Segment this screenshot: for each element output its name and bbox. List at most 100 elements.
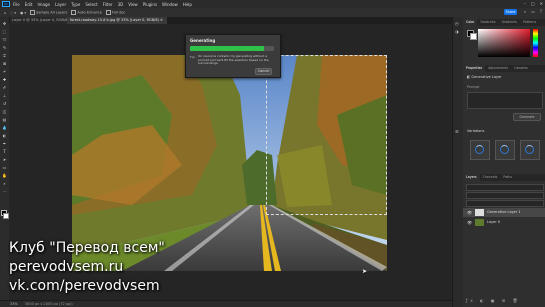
progress-fill <box>190 46 264 51</box>
photoshop-window: Ps File Edit Image Layer Type Select Fil… <box>0 0 545 307</box>
frame-tool-icon[interactable]: ⊠ <box>2 61 7 66</box>
options-right-icons: ⌕ ▭ ? <box>524 9 542 14</box>
gradient-tool-icon[interactable]: ▤ <box>2 117 7 122</box>
watermark-line-1: Клуб "Перевод всем" <box>9 240 165 256</box>
eyedropper-tool-icon[interactable]: ⌿ <box>2 69 7 74</box>
loading-spinner-icon <box>475 145 484 154</box>
history-brush-icon[interactable]: ↺ <box>2 101 7 106</box>
document-info: 3000 px x 2000 px (72 ppi) <box>24 302 73 306</box>
menu-image[interactable]: Image <box>37 2 50 7</box>
color-field[interactable] <box>478 29 530 57</box>
generate-button[interactable]: Generate <box>513 113 541 121</box>
tab-adjustments[interactable]: Adjustments <box>485 65 511 72</box>
variation-1[interactable] <box>470 140 490 160</box>
panel-background-swatch[interactable] <box>470 33 477 40</box>
lasso-tool-icon[interactable]: ➰ <box>2 37 7 42</box>
pen-tool-icon[interactable]: ✒ <box>2 141 7 146</box>
hue-slider[interactable] <box>533 29 538 57</box>
path-select-icon[interactable]: ➤ <box>2 157 7 162</box>
full-doc-option[interactable]: Full doc <box>105 10 125 15</box>
move-tool-icon[interactable]: ✥ <box>2 21 7 26</box>
menu-edit[interactable]: Edit <box>25 2 33 7</box>
menu-layer[interactable]: Layer <box>55 2 66 7</box>
layers-footer-icons[interactable]: ƒx ◐ ▣ ⊞ 🗑 <box>466 298 521 303</box>
variation-2[interactable] <box>495 140 515 160</box>
tab-libraries[interactable]: Libraries <box>511 65 531 72</box>
layer-row-generative[interactable]: 👁 Generative Layer 1 <box>463 208 545 217</box>
checkbox-icon <box>30 10 36 15</box>
zoom-tool-icon[interactable]: ⌕ <box>2 181 7 186</box>
workspace-icon[interactable]: ▭ <box>531 9 535 14</box>
layer-name: Layer 0 <box>487 220 501 224</box>
share-button[interactable]: Share <box>504 9 517 15</box>
lock-fill-row[interactable] <box>466 200 544 207</box>
brush-size-icon[interactable]: ● ▾ <box>20 11 26 15</box>
tab-channels[interactable]: Channels <box>480 174 501 181</box>
color-panel-tabs: Color Swatches Gradients Patterns <box>463 19 545 26</box>
menu-file[interactable]: File <box>13 2 20 7</box>
history-icon[interactable]: ◷ <box>455 21 459 26</box>
visibility-eye-icon[interactable]: 👁 <box>467 218 472 227</box>
cancel-button[interactable]: Cancel <box>255 68 272 75</box>
search-icon[interactable]: ⌕ <box>524 9 526 14</box>
shape-tool-icon[interactable]: ▭ <box>2 165 7 170</box>
maximize-button[interactable]: □ <box>531 1 535 6</box>
auto-enhance-option[interactable]: Auto-Enhance <box>71 10 102 15</box>
properties-icon[interactable]: ☰ <box>455 129 459 134</box>
close-button[interactable]: ✕ <box>540 1 543 6</box>
menu-3d[interactable]: 3D <box>118 2 124 7</box>
menu-plugins[interactable]: Plugins <box>143 2 157 7</box>
tab-layers[interactable]: Layers <box>463 174 480 181</box>
crop-tool-icon[interactable]: ⌗ <box>2 53 7 58</box>
quick-select-tool-icon[interactable]: ✎ <box>2 45 7 50</box>
menu-help[interactable]: Help <box>183 2 192 7</box>
menu-window[interactable]: Window <box>162 2 178 7</box>
document-tab-1[interactable]: Layer 0 @ 33% (Layer 0, RGB/8) ✕ <box>9 17 73 24</box>
document-tab-2[interactable]: forest-roadway-15-8 b.jpg @ 33% (Layer 0… <box>67 17 167 24</box>
more-tools-icon[interactable]: ⋯ <box>2 189 7 194</box>
photoshop-logo: Ps <box>2 1 10 7</box>
hand-tool-icon[interactable]: ✋ <box>2 173 7 178</box>
mouse-pointer-icon: ➤ <box>362 268 368 275</box>
tab-color[interactable]: Color <box>463 19 478 26</box>
prompt-input[interactable] <box>467 92 543 109</box>
home-icon[interactable]: ⌂ <box>4 11 6 15</box>
variation-3[interactable] <box>520 140 540 160</box>
tab-swatches[interactable]: Swatches <box>477 19 498 26</box>
layer-thumbnail <box>475 209 484 216</box>
window-controls: – □ ✕ <box>524 1 543 6</box>
layer-filter-bar[interactable] <box>466 184 544 191</box>
watermark-line-2: perevodvsem.ru <box>9 259 124 275</box>
sample-all-layers-option[interactable]: Sample All Layers <box>30 10 67 15</box>
tab-properties[interactable]: Properties <box>463 65 486 72</box>
document-image[interactable] <box>72 55 387 271</box>
dodge-tool-icon[interactable]: ◐ <box>2 133 7 138</box>
blend-mode-select[interactable] <box>466 192 544 199</box>
generative-layer-heading: ◧ Generative Layer <box>467 75 502 79</box>
minimize-button[interactable]: – <box>524 1 526 6</box>
menu-select[interactable]: Select <box>85 2 97 7</box>
clone-stamp-icon[interactable]: ⊥ <box>2 93 7 98</box>
tool-preset-icon[interactable]: ◌ ▾ <box>10 11 16 15</box>
menu-bar: Ps File Edit Image Layer Type Select Fil… <box>0 0 545 8</box>
healing-brush-icon[interactable]: ✚ <box>2 77 7 82</box>
menu-view[interactable]: View <box>128 2 138 7</box>
visibility-eye-icon[interactable]: 👁 <box>467 208 472 217</box>
type-tool-icon[interactable]: T <box>2 149 7 154</box>
brush-tool-icon[interactable]: ✐ <box>2 85 7 90</box>
menu-filter[interactable]: Filter <box>103 2 113 7</box>
menu-type[interactable]: Type <box>71 2 80 7</box>
layer-thumbnail <box>475 219 484 226</box>
blur-tool-icon[interactable]: 💧 <box>2 125 7 130</box>
tab-patterns[interactable]: Patterns <box>520 19 539 26</box>
tab-gradients[interactable]: Gradients <box>499 19 521 26</box>
eraser-tool-icon[interactable]: ◫ <box>2 109 7 114</box>
marquee-tool-icon[interactable]: ⬚ <box>2 29 7 34</box>
zoom-level[interactable]: 33% <box>10 302 18 306</box>
status-bar: 33% 3000 px x 2000 px (72 ppi) <box>0 300 452 307</box>
layer-row-layer0[interactable]: 👁 Layer 0 <box>463 218 545 227</box>
tab-paths[interactable]: Paths <box>500 174 515 181</box>
learn-icon[interactable]: ? <box>540 9 542 14</box>
layers-panel-tabs: Layers Channels Paths <box>463 174 545 181</box>
adjustments-icon[interactable]: ◑ <box>455 29 459 34</box>
